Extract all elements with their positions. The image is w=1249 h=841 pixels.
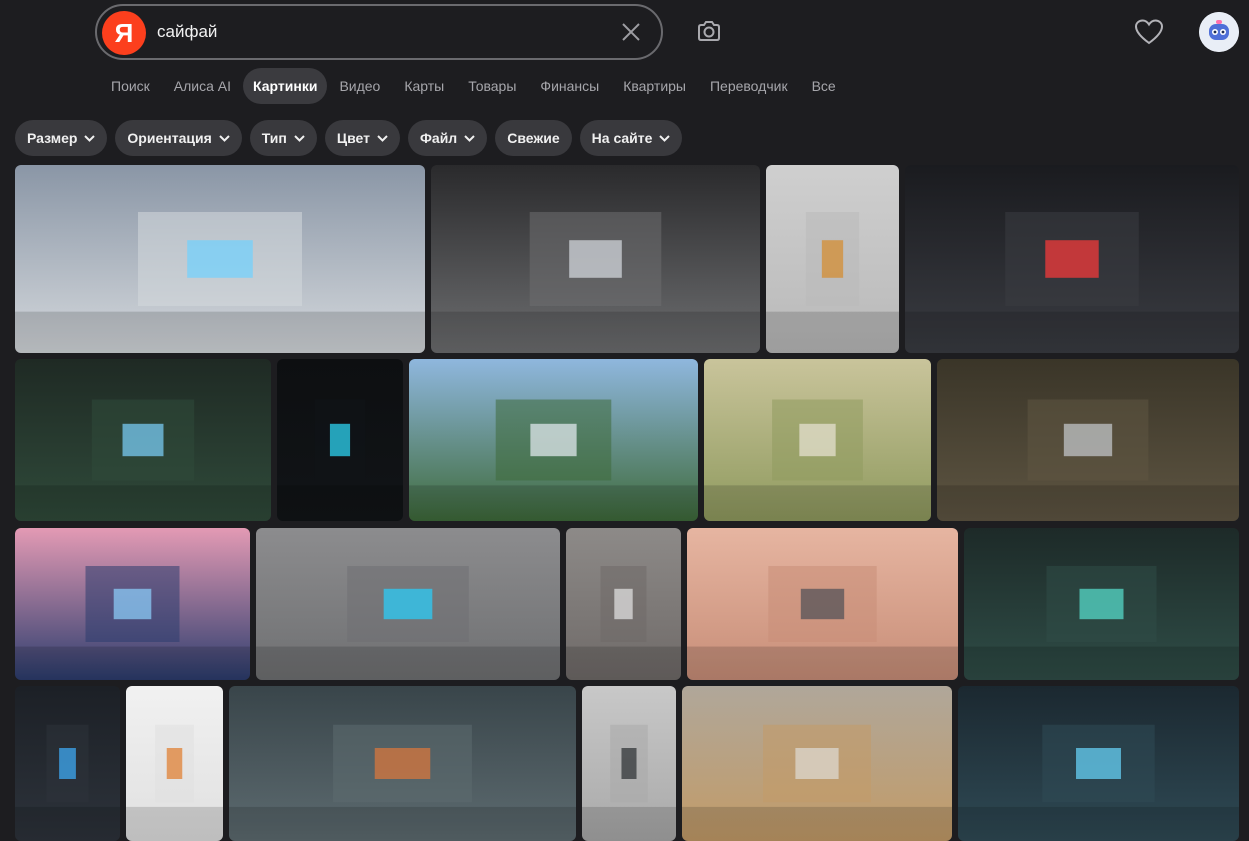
glowing-cyan-capsule[interactable] xyxy=(277,359,403,521)
tab-translator[interactable]: Переводчик xyxy=(698,68,800,104)
pilot-in-black-suit[interactable] xyxy=(582,686,676,841)
chevron-down-icon xyxy=(294,134,305,142)
overgrown-tech-chamber[interactable] xyxy=(964,528,1239,680)
filter-fresh[interactable]: Свежие xyxy=(495,120,572,156)
filter-type[interactable]: Тип xyxy=(249,120,317,156)
chevron-down-icon xyxy=(84,134,96,142)
tab-apartments[interactable]: Квартиры xyxy=(611,68,698,104)
desert-outpost-wreck[interactable] xyxy=(682,686,952,841)
futuristic-bridge-city[interactable] xyxy=(409,359,698,521)
woman-in-white-suit[interactable] xyxy=(126,686,223,841)
search-input[interactable]: сайфай xyxy=(157,22,217,42)
filter-label: Тип xyxy=(261,130,287,146)
armored-soldier-dark[interactable] xyxy=(15,686,120,841)
tab-video[interactable]: Видео xyxy=(327,68,392,104)
filter-bar: Размер Ориентация Тип Цвет Файл Свежие Н… xyxy=(15,120,683,156)
filter-label: Цвет xyxy=(336,130,370,146)
filter-size[interactable]: Размер xyxy=(15,120,108,156)
tab-alice-ai[interactable]: Алиса AI xyxy=(162,68,243,104)
chevron-down-icon xyxy=(659,134,671,142)
filter-label: На сайте xyxy=(591,130,653,146)
tab-maps[interactable]: Карты xyxy=(392,68,456,104)
filter-orientation[interactable]: Ориентация xyxy=(115,120,242,156)
tab-search[interactable]: Поиск xyxy=(99,68,162,104)
hover-pod-vehicle[interactable] xyxy=(256,528,560,680)
mars-colony-structure[interactable] xyxy=(687,528,958,680)
floating-city-clouds[interactable] xyxy=(15,165,425,353)
filter-label: Свежие xyxy=(507,130,560,146)
tab-finance[interactable]: Финансы xyxy=(528,68,611,104)
tabs-nav: Поиск Алиса AI Картинки Видео Карты Това… xyxy=(99,68,848,104)
yandex-logo[interactable]: Я xyxy=(102,11,146,55)
red-neon-corridor[interactable] xyxy=(905,165,1239,353)
woman-with-tablet[interactable] xyxy=(566,528,681,680)
green-industrial-hangar[interactable] xyxy=(15,359,271,521)
tab-products[interactable]: Товары xyxy=(456,68,528,104)
server-room-blue[interactable] xyxy=(958,686,1239,841)
filter-color[interactable]: Цвет xyxy=(324,120,400,156)
chevron-down-icon xyxy=(464,134,475,142)
camera-search-icon[interactable] xyxy=(694,17,724,47)
filter-label: Файл xyxy=(419,130,458,146)
astronaut-woman-concept[interactable] xyxy=(766,165,899,353)
scifi-living-room[interactable] xyxy=(937,359,1239,521)
close-icon[interactable] xyxy=(619,20,643,44)
chevron-down-icon xyxy=(219,134,230,142)
tab-images[interactable]: Картинки xyxy=(243,68,328,104)
filter-on-site[interactable]: На сайте xyxy=(579,120,683,156)
lab-interior-orange[interactable] xyxy=(229,686,576,841)
search-box[interactable]: Я сайфай xyxy=(95,4,663,60)
filter-label: Размер xyxy=(27,130,78,146)
heart-icon[interactable] xyxy=(1134,18,1164,46)
pink-alien-city[interactable] xyxy=(15,528,250,680)
desert-base-satellite[interactable] xyxy=(704,359,931,521)
filter-file[interactable]: Файл xyxy=(407,120,488,156)
tab-all[interactable]: Все xyxy=(800,68,848,104)
avatar[interactable] xyxy=(1199,12,1239,52)
filter-label: Ориентация xyxy=(127,130,212,146)
chevron-down-icon xyxy=(377,134,388,142)
spaceship-corridor-white[interactable] xyxy=(431,165,760,353)
